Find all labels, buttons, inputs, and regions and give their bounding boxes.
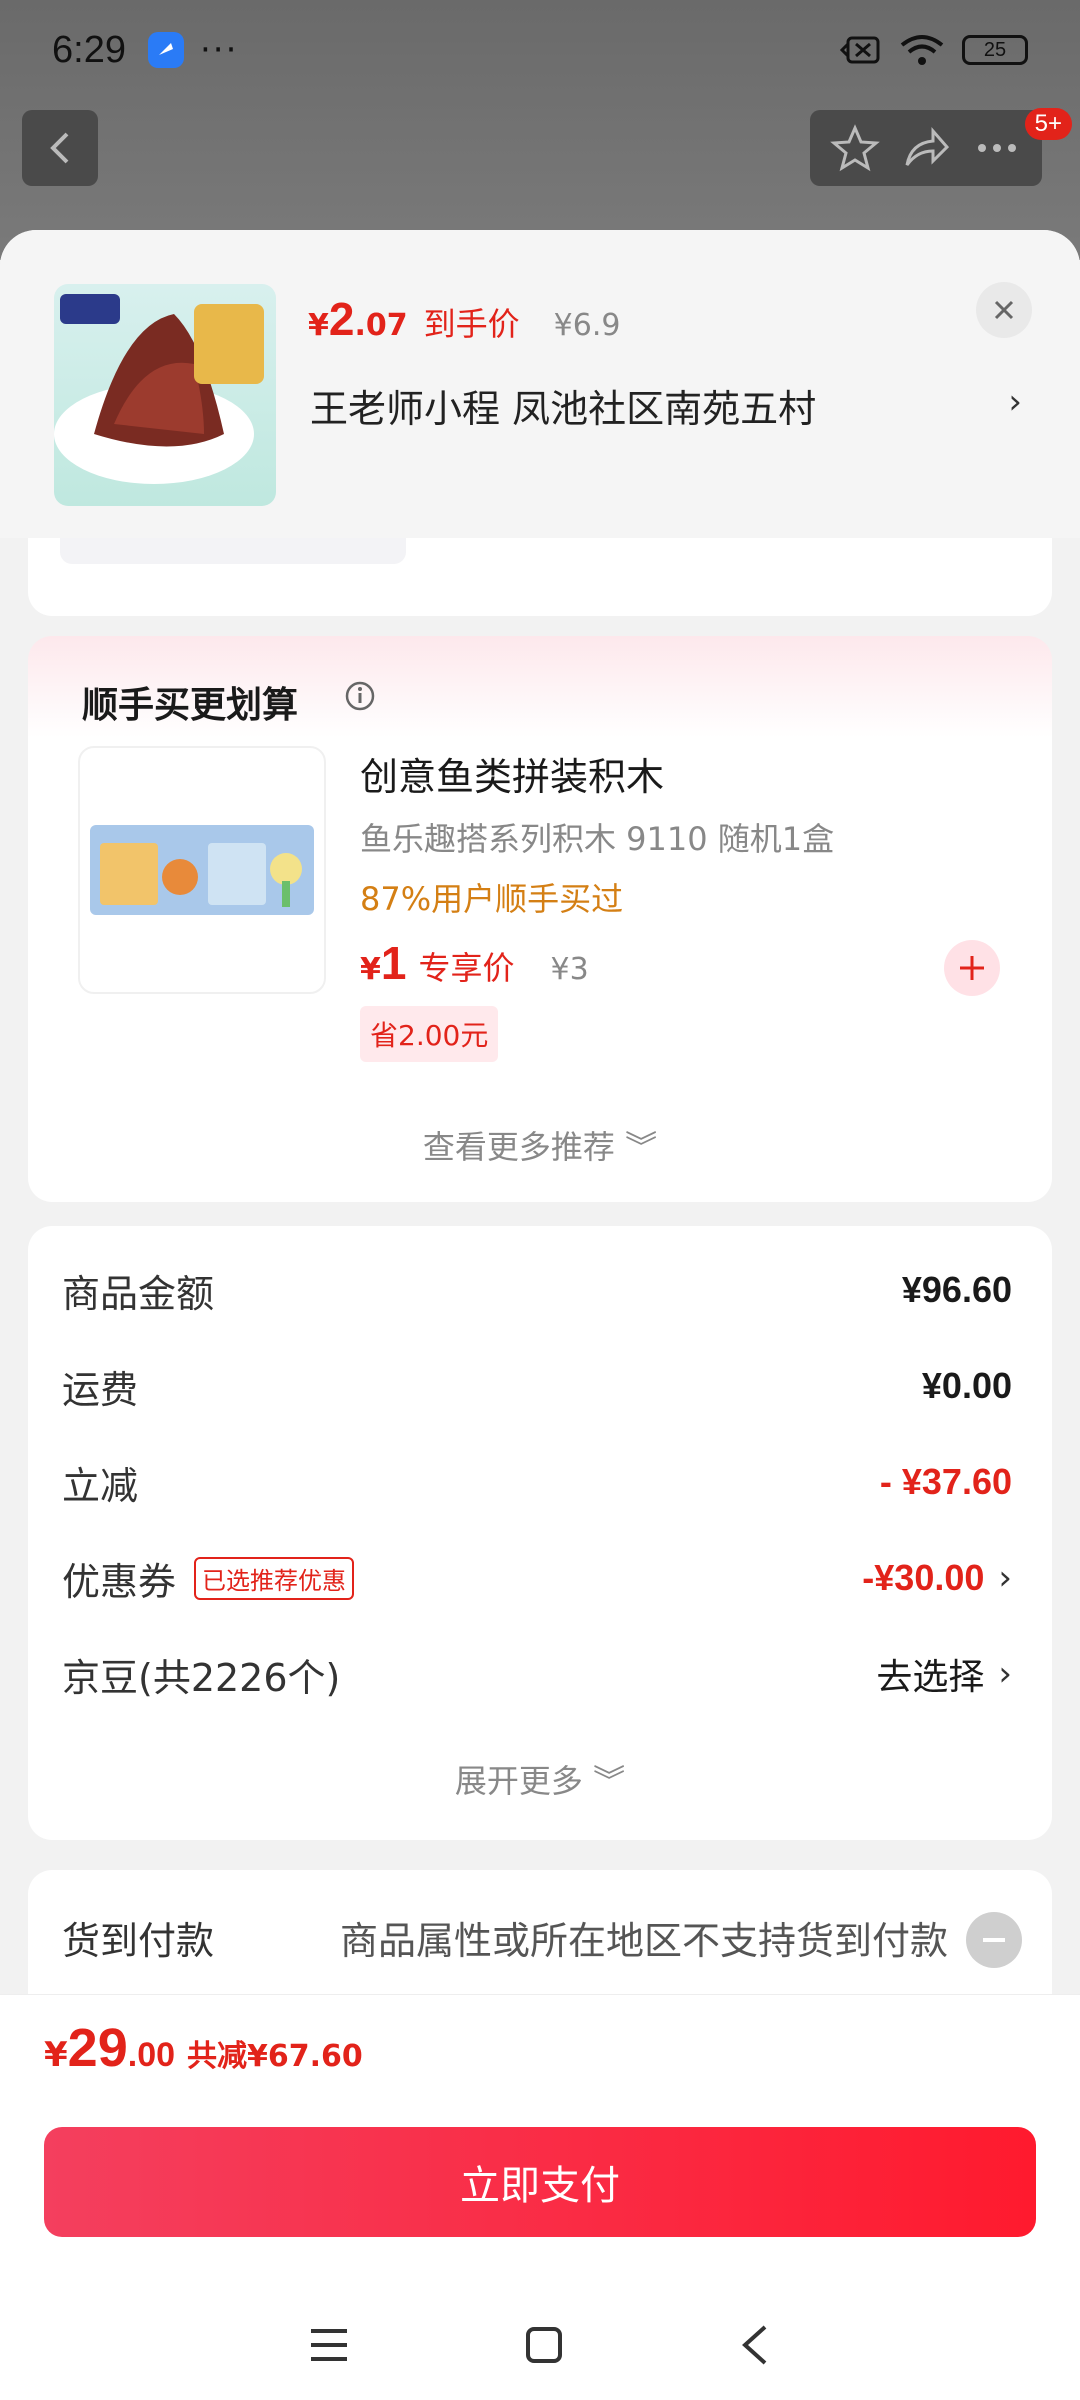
price-currency: ¥	[308, 308, 329, 343]
status-right: 25	[840, 33, 1028, 67]
summary-value: -¥30.00	[862, 1557, 985, 1598]
previous-section-card	[28, 538, 1052, 616]
menu-icon[interactable]	[307, 2325, 351, 2365]
cash-on-delivery-card: 货到付款 商品属性或所在地区不支持货到付款	[28, 1870, 1052, 2010]
recommendation-title: 顺手买更划算	[82, 685, 299, 726]
app-notification-icon	[147, 32, 184, 68]
expand-more-button[interactable]: 展开更多 ︾	[28, 1756, 1052, 1802]
star-icon[interactable]	[830, 123, 881, 173]
summary-label: 运费	[62, 1367, 139, 1412]
rec-price: 1	[380, 937, 407, 989]
chevron-right-icon: ›	[998, 1654, 1012, 1694]
rec-original-price: ¥3	[550, 952, 589, 987]
view-more-recommendations[interactable]: 查看更多推荐 ︾	[28, 1122, 1052, 1168]
background-page: 6:29 ··· 25 5+	[0, 0, 1080, 260]
total-integer: 29	[67, 2018, 128, 2078]
price-decimal: .07	[354, 308, 408, 343]
rec-price-label: 专享价	[418, 949, 515, 987]
chevron-right-icon[interactable]: ›	[1008, 382, 1022, 422]
summary-row-coupon[interactable]: 优惠券 已选推荐优惠 -¥30.00 ›	[62, 1548, 1012, 1608]
coupon-status-tag: 已选推荐优惠	[194, 1556, 355, 1600]
product-thumbnail	[54, 284, 276, 506]
system-navigation-bar	[0, 2290, 1080, 2400]
share-icon[interactable]	[901, 123, 951, 173]
recommendation-card: 顺手买更划算 创意鱼类拼装积木 鱼乐趣搭系列积木 9110 随机1盒 87%用户…	[28, 636, 1052, 1202]
plus-icon	[960, 956, 984, 980]
summary-row-shipping: 运费 ¥0.00	[62, 1356, 1012, 1416]
minus-icon	[983, 1938, 1005, 1942]
price-summary-card: 商品金额 ¥96.60 运费 ¥0.00 立减 - ¥37.60 优惠券 已选推…	[28, 1226, 1052, 1840]
summary-value: - ¥37.60	[879, 1461, 1012, 1502]
cod-description: 商品属性或所在地区不支持货到付款	[340, 1919, 949, 1963]
product-header: ¥ 2 .07 到手价 ¥6.9 王老师小程 凤池社区南苑五村 ›	[0, 230, 1080, 538]
recommended-price-row: ¥ 1 专享价 ¥3	[360, 936, 589, 990]
total-price-row: ¥ 29 .00 共减¥67.60	[44, 2017, 363, 2079]
home-icon[interactable]	[524, 2325, 564, 2365]
message-badge: 5+	[1024, 108, 1072, 140]
cod-disabled-toggle	[966, 1912, 1022, 1968]
shop-address[interactable]: 王老师小程 凤池社区南苑五村	[310, 378, 816, 433]
back-arrow-icon	[50, 132, 69, 164]
summary-label: 京豆(共2226个)	[62, 1655, 341, 1700]
summary-value: ¥96.60	[901, 1269, 1012, 1310]
status-time: 6:29	[52, 28, 126, 71]
social-proof-text: 87%用户顺手买过	[360, 880, 624, 918]
savings-badge: 省2.00元	[360, 1006, 499, 1062]
back-button[interactable]	[22, 110, 98, 186]
price-integer: 2	[328, 293, 355, 345]
wifi-icon	[900, 35, 944, 65]
add-to-order-button[interactable]	[944, 940, 1000, 996]
chevron-right-icon: ›	[998, 1558, 1012, 1598]
status-more-dots: ···	[199, 30, 239, 70]
close-button[interactable]	[976, 282, 1032, 338]
back-icon[interactable]	[737, 2323, 773, 2367]
cod-label: 货到付款	[62, 1919, 215, 1963]
summary-row-jingdou[interactable]: 京豆(共2226个) 去选择 ›	[62, 1644, 1012, 1704]
summary-label: 商品金额	[62, 1271, 215, 1316]
original-price: ¥6.9	[553, 308, 621, 343]
total-currency: ¥	[44, 2035, 68, 2075]
recommended-product-spec: 鱼乐趣搭系列积木 9110 随机1盒	[360, 820, 835, 858]
summary-value: ¥0.00	[921, 1365, 1012, 1406]
rec-price-currency: ¥	[360, 952, 381, 987]
price-label: 到手价	[423, 305, 520, 343]
product-price-row: ¥ 2 .07 到手价 ¥6.9	[308, 292, 620, 346]
summary-row-goods: 商品金额 ¥96.60	[62, 1260, 1012, 1320]
recommended-product-name[interactable]: 创意鱼类拼装积木	[360, 746, 664, 801]
summary-label: 立减	[62, 1463, 139, 1508]
no-sim-icon	[840, 36, 880, 64]
recommended-product-image[interactable]	[78, 746, 326, 994]
total-decimal: .00	[127, 2036, 176, 2074]
total-saved: 共减¥67.60	[187, 2039, 363, 2074]
summary-value: 去选择	[876, 1657, 985, 1698]
coupon-label: 优惠券	[62, 1559, 177, 1604]
summary-row-discount: 立减 - ¥37.60	[62, 1452, 1012, 1512]
status-bar: 6:29 ··· 25	[0, 0, 1080, 100]
pay-now-button[interactable]: 立即支付	[44, 2127, 1036, 2237]
previous-section-remnant	[60, 538, 406, 564]
battery-indicator: 25	[962, 35, 1028, 65]
close-icon	[994, 300, 1014, 320]
summary-label: 优惠券 已选推荐优惠	[62, 1551, 355, 1606]
top-action-group	[810, 110, 1042, 186]
more-icon[interactable]	[972, 123, 1022, 173]
info-icon[interactable]	[344, 680, 376, 712]
